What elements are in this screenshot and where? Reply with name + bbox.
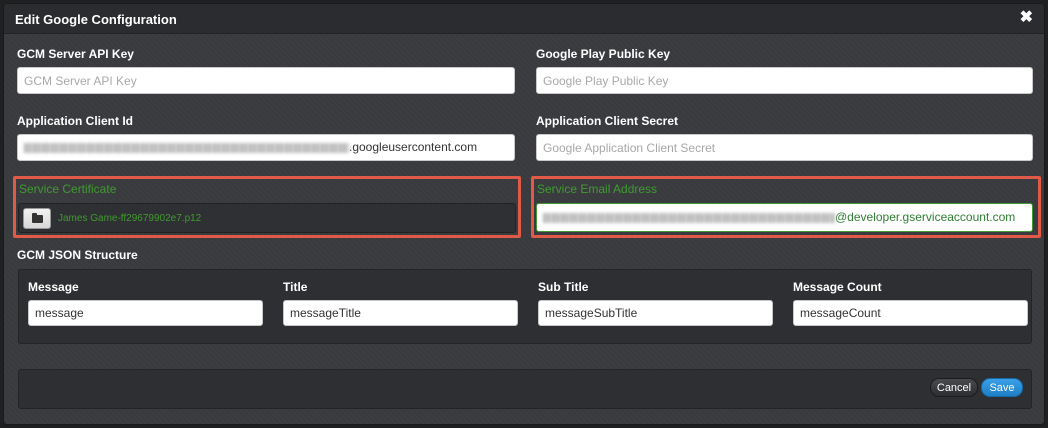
application-client-id-input[interactable]: .googleusercontent.com bbox=[17, 134, 515, 161]
title-field-label: Title bbox=[283, 280, 308, 294]
save-button[interactable]: Save bbox=[981, 378, 1023, 397]
service-certificate-label: Service Certificate bbox=[19, 182, 117, 196]
gcm-json-structure-label: GCM JSON Structure bbox=[17, 248, 138, 262]
message-count-field-label: Message Count bbox=[793, 280, 882, 294]
close-icon[interactable]: ✖ bbox=[1020, 10, 1033, 26]
redacted-email-prefix bbox=[543, 212, 835, 223]
client-id-suffix: .googleusercontent.com bbox=[349, 140, 478, 154]
application-client-secret-input[interactable] bbox=[536, 134, 1033, 161]
title-field-input[interactable] bbox=[283, 300, 518, 326]
modal-header: Edit Google Configuration ✖ bbox=[4, 4, 1044, 34]
service-email-address-label: Service Email Address bbox=[537, 182, 658, 196]
message-count-field-input[interactable] bbox=[793, 300, 1028, 326]
service-email-address-input[interactable]: @developer.gserviceaccount.com bbox=[536, 203, 1033, 232]
certificate-file-name: James Game-ff29679902e7.p12 bbox=[58, 213, 202, 224]
subtitle-field-input[interactable] bbox=[538, 300, 773, 326]
subtitle-field-label: Sub Title bbox=[538, 280, 589, 294]
gcm-server-api-key-input[interactable] bbox=[17, 67, 515, 94]
edit-google-configuration-modal: Edit Google Configuration ✖ GCM Server A… bbox=[3, 3, 1045, 425]
gcm-server-api-key-label: GCM Server API Key bbox=[17, 47, 134, 61]
message-field-input[interactable] bbox=[28, 300, 263, 326]
google-play-public-key-label: Google Play Public Key bbox=[536, 47, 671, 61]
modal-title: Edit Google Configuration bbox=[15, 12, 177, 27]
service-certificate-file-field: James Game-ff29679902e7.p12 bbox=[18, 203, 516, 233]
redacted-client-id-prefix bbox=[24, 142, 349, 153]
browse-file-button[interactable] bbox=[23, 208, 51, 229]
gcm-json-panel: Message Title Sub Title Message Count bbox=[18, 269, 1032, 344]
modal-footer: Cancel Save bbox=[18, 369, 1032, 409]
folder-open-icon bbox=[32, 213, 43, 223]
application-client-secret-label: Application Client Secret bbox=[536, 114, 679, 128]
email-suffix: @developer.gserviceaccount.com bbox=[835, 210, 1016, 224]
application-client-id-label: Application Client Id bbox=[17, 114, 133, 128]
cancel-button[interactable]: Cancel bbox=[930, 378, 978, 397]
google-play-public-key-input[interactable] bbox=[536, 67, 1033, 94]
message-field-label: Message bbox=[28, 280, 79, 294]
